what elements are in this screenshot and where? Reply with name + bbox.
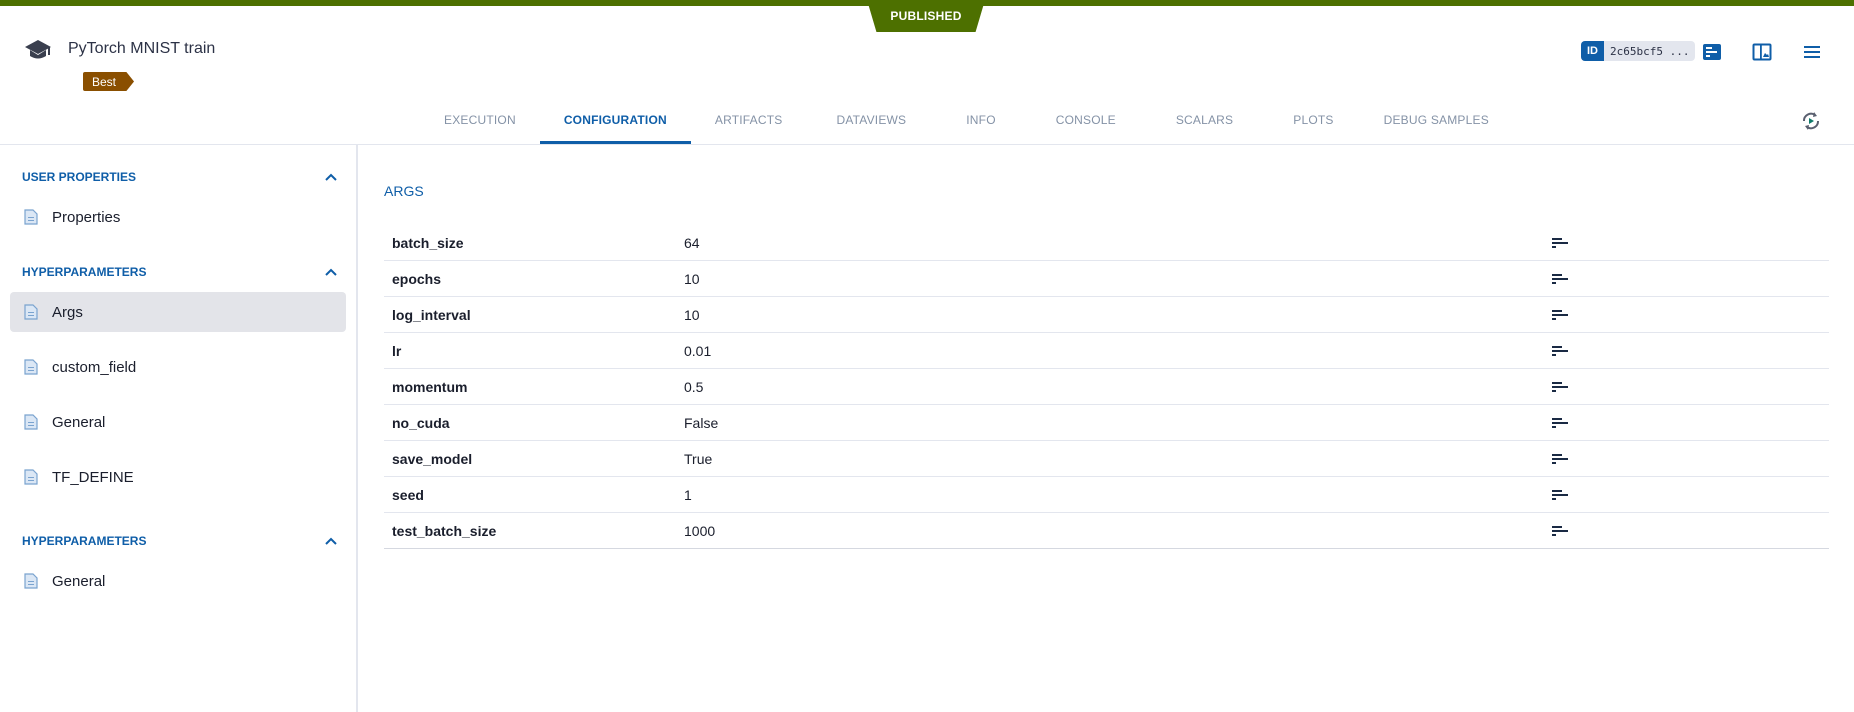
graduation-cap-icon <box>25 40 51 59</box>
section-title: HYPERPARAMETERS <box>22 534 147 548</box>
description-icon[interactable] <box>1550 344 1570 358</box>
sidebar-item-properties[interactable]: Properties <box>10 197 346 237</box>
section-title: HYPERPARAMETERS <box>22 265 147 279</box>
table-row: test_batch_size 1000 <box>384 513 1829 549</box>
document-icon <box>24 573 38 589</box>
sidebar-item-label: Properties <box>52 208 121 226</box>
sidebar-item-tf-define[interactable]: TF_DEFINE <box>10 457 346 497</box>
sidebar-item-label: General <box>52 572 106 590</box>
param-value: 0.01 <box>684 342 712 359</box>
table-row: save_model True <box>384 441 1829 477</box>
param-value: 64 <box>684 234 700 251</box>
param-value: True <box>684 450 713 467</box>
document-icon <box>24 304 38 320</box>
sidebar-item-label: TF_DEFINE <box>52 468 134 486</box>
document-icon <box>24 414 38 430</box>
sidebar-item-label: custom_field <box>52 358 137 376</box>
tab-plots[interactable]: PLOTS <box>1263 96 1363 144</box>
menu-icon[interactable] <box>1801 42 1823 62</box>
param-key: epochs <box>392 270 442 287</box>
param-value: 1000 <box>684 522 716 539</box>
param-key: batch_size <box>392 234 464 251</box>
table-row: seed 1 <box>384 477 1829 513</box>
param-value: 10 <box>684 306 700 323</box>
params-table: batch_size 64 epochs 10 log_interval 10 lr 0.01… <box>384 225 1829 549</box>
param-value: 1 <box>684 486 692 503</box>
param-key: seed <box>392 486 424 503</box>
param-key: momentum <box>392 378 468 395</box>
task-title: PyTorch MNIST train <box>68 40 216 57</box>
param-key: test_batch_size <box>392 522 497 539</box>
tab-artifacts[interactable]: ARTIFACTS <box>691 96 807 144</box>
sidebar-item-general-2[interactable]: General <box>10 561 346 601</box>
chevron-up-icon[interactable] <box>324 265 338 279</box>
table-row: no_cuda False <box>384 405 1829 441</box>
tab-debug-samples[interactable]: DEBUG SAMPLES <box>1364 96 1509 144</box>
tab-info[interactable]: INFO <box>936 96 1025 144</box>
table-row: batch_size 64 <box>384 225 1829 261</box>
info-panel-icon[interactable] <box>1701 42 1723 62</box>
section-hyperparameters[interactable]: HYPERPARAMETERS <box>22 262 342 282</box>
description-icon[interactable] <box>1550 524 1570 538</box>
sidebar-item-label: General <box>52 413 106 431</box>
sidebar-item-custom-field[interactable]: custom_field <box>10 347 346 387</box>
tab-scalars[interactable]: SCALARS <box>1146 96 1263 144</box>
id-label: ID <box>1581 41 1604 61</box>
param-value: 10 <box>684 270 700 287</box>
tab-bar: EXECUTION CONFIGURATION ARTIFACTS DATAVI… <box>420 96 1509 144</box>
table-row: lr 0.01 <box>384 333 1829 369</box>
description-icon[interactable] <box>1550 272 1570 286</box>
tab-execution[interactable]: EXECUTION <box>420 96 540 144</box>
auto-refresh-icon[interactable] <box>1800 110 1822 132</box>
param-key: no_cuda <box>392 414 450 431</box>
description-icon[interactable] <box>1550 452 1570 466</box>
tag-best[interactable]: Best <box>83 72 135 91</box>
tab-dataviews[interactable]: DATAVIEWS <box>806 96 936 144</box>
table-row: log_interval 10 <box>384 297 1829 333</box>
description-icon[interactable] <box>1550 488 1570 502</box>
param-key: save_model <box>392 450 473 467</box>
description-icon[interactable] <box>1550 416 1570 430</box>
document-icon <box>24 469 38 485</box>
sidebar-item-general[interactable]: General <box>10 402 346 442</box>
section-user-properties[interactable]: USER PROPERTIES <box>22 167 342 187</box>
main-panel: ARGS batch_size 64 epochs 10 log_interval 10 l… <box>360 145 1854 712</box>
table-row: epochs 10 <box>384 261 1829 297</box>
section-title-args: ARGS <box>384 183 424 199</box>
description-icon[interactable] <box>1550 380 1570 394</box>
sidebar: USER PROPERTIES Properties HYPERPARAMETE… <box>0 145 358 712</box>
sidebar-item-label: Args <box>52 303 83 321</box>
description-icon[interactable] <box>1550 308 1570 322</box>
param-key: lr <box>392 342 402 359</box>
chevron-up-icon[interactable] <box>324 534 338 548</box>
tab-configuration[interactable]: CONFIGURATION <box>539 96 691 144</box>
document-icon <box>24 359 38 375</box>
document-icon <box>24 209 38 225</box>
task-id[interactable]: ID 2c65bcf5 ... <box>1581 41 1696 61</box>
tab-console[interactable]: CONSOLE <box>1026 96 1146 144</box>
section-hyperparameters-2[interactable]: HYPERPARAMETERS <box>22 531 342 551</box>
id-value: 2c65bcf5 ... <box>1610 44 1690 58</box>
chevron-up-icon[interactable] <box>324 170 338 184</box>
param-key: log_interval <box>392 306 471 323</box>
param-value: False <box>684 414 719 431</box>
description-icon[interactable] <box>1550 236 1570 250</box>
layout-icon[interactable] <box>1751 42 1773 62</box>
sidebar-item-args[interactable]: Args <box>10 292 346 332</box>
section-title: USER PROPERTIES <box>22 170 137 184</box>
param-value: 0.5 <box>684 378 704 395</box>
table-row: momentum 0.5 <box>384 369 1829 405</box>
